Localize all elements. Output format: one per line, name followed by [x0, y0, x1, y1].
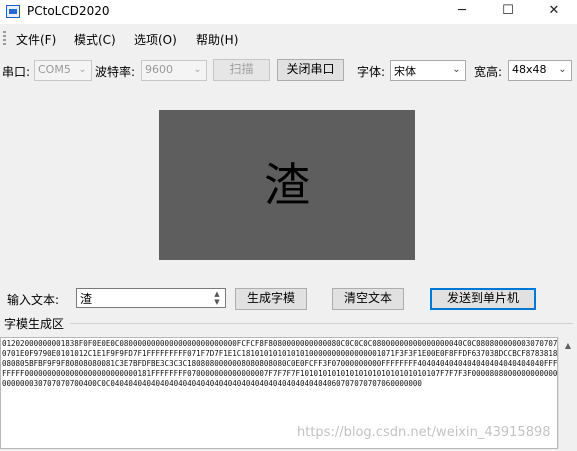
chevron-down-icon: ⌄ — [78, 64, 87, 75]
window-title: PCtoLCD2020 — [27, 4, 110, 18]
send-button[interactable]: 发送到单片机 — [430, 288, 536, 310]
spinner[interactable]: ▲ ▼ — [210, 290, 224, 306]
output-group-label: 字模生成区 — [4, 317, 65, 331]
size-label: 宽高: — [474, 65, 503, 79]
font-label: 字体: — [357, 65, 386, 79]
chevron-down-icon: ⌄ — [452, 64, 461, 75]
app-icon — [6, 5, 20, 18]
baud-select[interactable]: 9600 ⌄ — [141, 60, 207, 81]
input-text-label: 输入文本: — [7, 293, 60, 307]
menu-file[interactable]: 文件(F) — [16, 31, 56, 48]
port-value: COM5 — [38, 63, 71, 76]
size-select[interactable]: 48x48 ⌄ — [508, 60, 572, 81]
text-input[interactable]: 渣 ▲ ▼ — [76, 288, 226, 308]
group-divider — [70, 323, 573, 324]
text-input-value: 渣 — [80, 292, 93, 306]
output-text: 01202000000001838F0F0E0E0C08000000000000… — [2, 339, 558, 388]
clear-button[interactable]: 清空文本 — [332, 288, 404, 310]
maximize-button[interactable]: ☐ — [485, 0, 531, 24]
chevron-down-icon: ⌄ — [193, 64, 202, 75]
baud-value: 9600 — [145, 63, 173, 76]
font-select[interactable]: 宋体 ⌄ — [390, 60, 466, 81]
menu-help[interactable]: 帮助(H) — [196, 31, 238, 48]
watermark: https://blog.csdn.net/weixin_43915898 — [297, 425, 551, 440]
close-port-button[interactable]: 关闭串口 — [277, 59, 344, 81]
chevron-up-icon[interactable]: ▲ — [210, 290, 224, 298]
preview-character: 渣 — [264, 158, 310, 212]
menu-options[interactable]: 选项(O) — [134, 31, 177, 48]
scan-button[interactable]: 扫描 — [213, 59, 270, 81]
menu-grip-icon — [3, 31, 6, 45]
minimize-button[interactable]: ─ — [439, 0, 485, 24]
menu-mode[interactable]: 模式(C) — [74, 31, 116, 48]
baud-label: 波特率: — [95, 65, 136, 79]
size-value: 48x48 — [512, 63, 547, 76]
port-select[interactable]: COM5 ⌄ — [34, 60, 92, 81]
chevron-down-icon: ⌄ — [558, 64, 567, 75]
font-value: 宋体 — [394, 65, 416, 78]
close-button[interactable]: ✕ — [531, 0, 577, 24]
scroll-up-icon[interactable]: ▲ — [559, 337, 577, 354]
generate-button[interactable]: 生成字模 — [235, 288, 307, 310]
port-label: 串口: — [2, 65, 31, 79]
chevron-down-icon[interactable]: ▼ — [210, 298, 224, 306]
vertical-scrollbar[interactable]: ▲ — [558, 337, 577, 449]
